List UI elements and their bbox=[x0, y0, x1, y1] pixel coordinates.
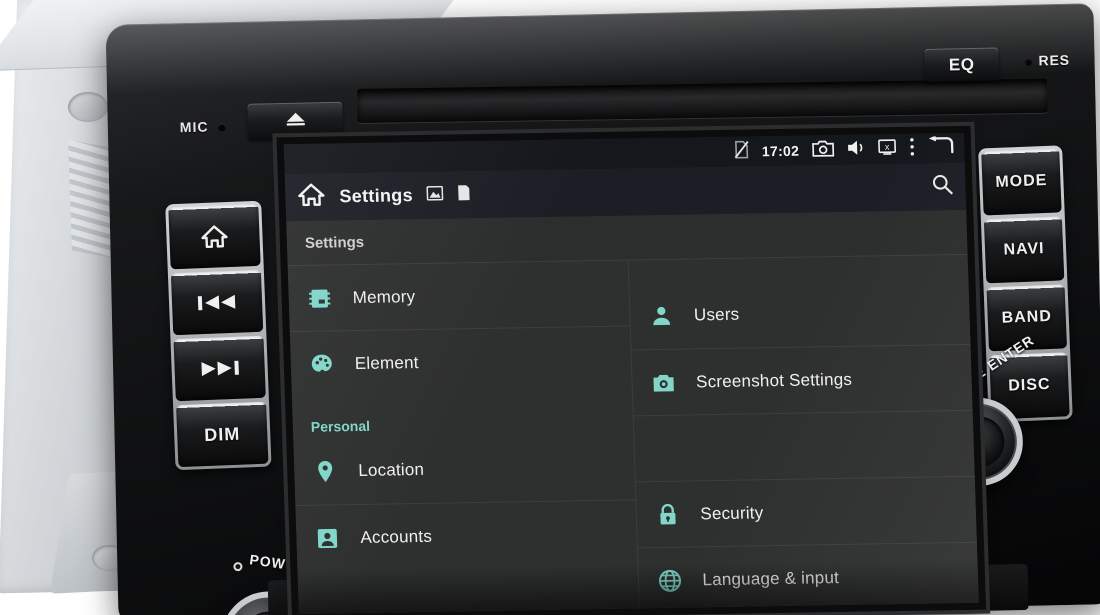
car-head-unit: MIC EQ RES DIM MODE NAVI BAND DISC TUNE … bbox=[105, 3, 1100, 615]
settings-item-location[interactable]: Location bbox=[293, 433, 635, 505]
home-icon bbox=[201, 224, 228, 249]
globe-icon bbox=[656, 567, 683, 593]
status-time: 17:02 bbox=[761, 142, 800, 160]
settings-column-right: Users Screenshot Settings Security Langu… bbox=[628, 253, 979, 614]
memory-chip-icon bbox=[306, 285, 333, 311]
settings-item-label: Security bbox=[700, 502, 764, 523]
svg-text:x: x bbox=[885, 141, 890, 151]
settings-item-label: Element bbox=[354, 352, 419, 373]
right-button-stack: MODE NAVI BAND DISC bbox=[978, 145, 1073, 423]
previous-track-icon bbox=[197, 292, 238, 314]
settings-item-memory[interactable]: Memory bbox=[287, 259, 630, 332]
settings-column-left: Memory Element Personal Location Account… bbox=[287, 259, 644, 614]
hw-button-navi[interactable]: NAVI bbox=[983, 216, 1065, 284]
eject-icon bbox=[284, 111, 306, 130]
location-pin-icon bbox=[312, 458, 339, 484]
mic-hole bbox=[217, 123, 226, 132]
settings-item-label: Memory bbox=[352, 286, 416, 307]
settings-item-users[interactable]: Users bbox=[629, 278, 971, 350]
camera-icon[interactable] bbox=[812, 139, 835, 162]
hw-button-mode[interactable]: MODE bbox=[981, 148, 1062, 216]
settings-item-element[interactable]: Element bbox=[289, 325, 632, 398]
no-sim-icon bbox=[734, 140, 750, 163]
search-icon[interactable] bbox=[931, 173, 954, 200]
next-track-icon bbox=[199, 358, 240, 380]
left-button-stack: DIM bbox=[165, 200, 272, 471]
settings-item-label: Users bbox=[693, 304, 740, 325]
settings-item-label: Location bbox=[357, 459, 425, 480]
no-screencast-icon[interactable]: x bbox=[878, 138, 897, 161]
settings-list: Memory Element Personal Location Account… bbox=[287, 253, 979, 614]
user-icon bbox=[648, 303, 675, 329]
settings-spacer-row bbox=[633, 409, 975, 482]
settings-item-language-input[interactable]: Language & input bbox=[637, 541, 979, 614]
lcd-screen[interactable]: 17:02 x Settings Settings Memory Element… bbox=[283, 132, 979, 614]
power-indicator-dot bbox=[233, 561, 243, 572]
settings-item-label: Language & input bbox=[702, 567, 840, 589]
account-icon bbox=[314, 525, 341, 551]
home-icon[interactable] bbox=[297, 182, 326, 213]
eject-button[interactable] bbox=[247, 101, 344, 140]
settings-group-personal: Personal bbox=[310, 417, 371, 435]
settings-item-accounts[interactable]: Accounts bbox=[295, 499, 637, 572]
product-photo: MIC EQ RES DIM MODE NAVI BAND DISC TUNE … bbox=[0, 0, 1100, 615]
palette-icon bbox=[308, 351, 335, 377]
settings-item-security[interactable]: Security bbox=[635, 475, 977, 548]
settings-item-screenshot-settings[interactable]: Screenshot Settings bbox=[631, 343, 973, 416]
camera-icon bbox=[650, 369, 677, 395]
hw-button-dim[interactable]: DIM bbox=[176, 401, 269, 468]
settings-item-label: Screenshot Settings bbox=[695, 369, 853, 391]
page-title: Settings bbox=[339, 185, 414, 207]
chassis-mount-hole bbox=[68, 92, 108, 122]
sd-image-icon bbox=[426, 185, 445, 205]
eq-button[interactable]: EQ bbox=[924, 47, 999, 82]
hw-button-previous[interactable] bbox=[170, 269, 264, 336]
volume-icon[interactable] bbox=[847, 138, 866, 161]
settings-item-label: Accounts bbox=[360, 526, 433, 547]
hw-button-home[interactable] bbox=[168, 203, 261, 270]
overflow-menu-icon[interactable] bbox=[909, 136, 916, 161]
hw-button-next[interactable] bbox=[173, 335, 266, 402]
memory-card-icon bbox=[458, 184, 472, 206]
mic-label: MIC bbox=[179, 118, 209, 136]
back-icon[interactable] bbox=[928, 134, 955, 161]
lock-icon bbox=[654, 501, 681, 527]
res-label: RES bbox=[1038, 51, 1070, 69]
